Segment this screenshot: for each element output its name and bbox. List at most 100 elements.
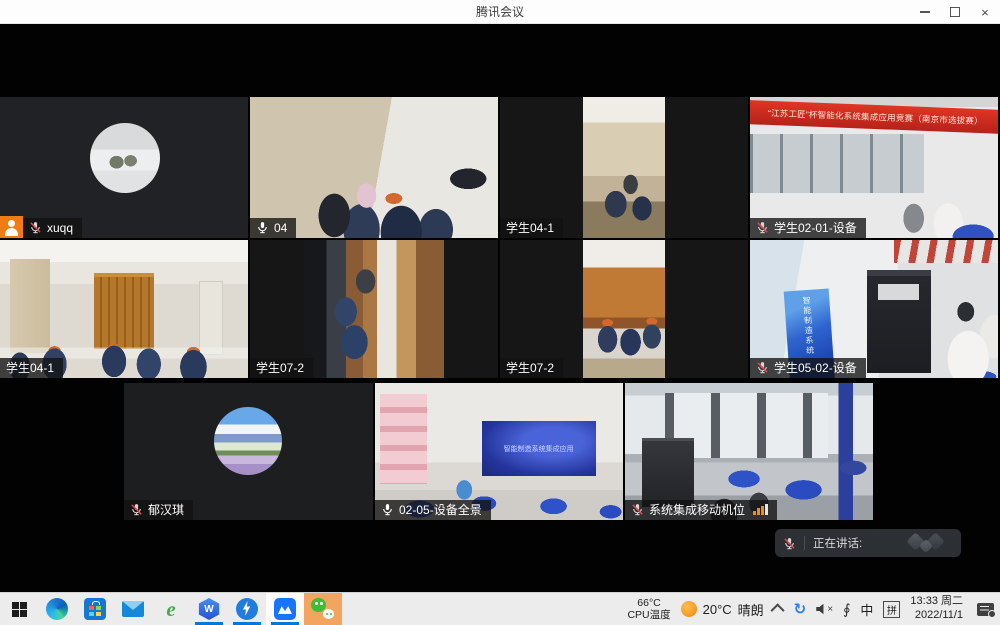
mic-muted-icon xyxy=(130,503,143,516)
competition-banner: “江苏工匠”杯智能化系统集成应用竞赛（南京市选拔赛） xyxy=(750,100,998,134)
tray-expand-chevron-icon[interactable] xyxy=(770,603,784,617)
taskbar-lightning-app[interactable] xyxy=(228,593,266,625)
host-badge-icon xyxy=(0,216,23,238)
ime-pinyin-indicator[interactable]: 拼 xyxy=(883,601,900,618)
window-blinds xyxy=(94,273,154,349)
sync-icon[interactable]: ↻ xyxy=(794,602,807,617)
taskbar-store[interactable] xyxy=(76,593,114,625)
participant-tile-xuesheng07-2-a[interactable]: 学生07-2 xyxy=(250,240,498,378)
backdrop-text: 智能制造系统集成应用 xyxy=(504,444,574,454)
participant-name: xuqq xyxy=(47,221,73,235)
windows-logo-icon xyxy=(12,602,27,617)
curtain xyxy=(10,259,50,353)
lightning-icon xyxy=(236,598,258,620)
system-tray: 66°C CPU温度 20°C 晴朗 ↻ × ∮ 中 拼 13:33 周二 20… xyxy=(627,593,1000,625)
weather-temp: 20°C xyxy=(703,602,732,617)
edge-icon xyxy=(46,598,68,620)
sun-icon xyxy=(681,601,697,617)
participant-tile-xuqq[interactable]: xuqq xyxy=(0,97,248,238)
mic-muted-icon xyxy=(756,221,769,234)
ceiling-beams xyxy=(894,240,998,263)
participant-tile-yuhanqi[interactable]: 郁汉琪 xyxy=(124,383,373,520)
participant-name: 02-05-设备全景 xyxy=(399,503,482,517)
cpu-temp-widget[interactable]: 66°C CPU温度 xyxy=(627,597,670,621)
avatar xyxy=(214,407,282,475)
action-center-icon[interactable] xyxy=(977,603,994,616)
equipment-case xyxy=(642,438,694,507)
participant-namebar: 学生02-01-设备 xyxy=(750,218,866,238)
participant-namebar: 学生05-02-设备 xyxy=(750,358,866,378)
speaking-indicator: 正在讲话: xyxy=(775,529,961,557)
window-band xyxy=(750,134,924,193)
participant-name: 系统集成移动机位 xyxy=(649,503,745,517)
divider xyxy=(804,536,805,550)
participant-name: 学生07-2 xyxy=(506,361,554,375)
cpu-temp-label: CPU温度 xyxy=(627,609,670,621)
tencent-meeting-icon xyxy=(274,598,296,620)
video-grid: xuqq 04 学生04-1 “江苏工匠”杯智能化系统集成应用竞赛（南京市选拔赛… xyxy=(0,24,1000,592)
participant-tile-xuesheng02-01[interactable]: “江苏工匠”杯智能化系统集成应用竞赛（南京市选拔赛） 学生02-01-设备 xyxy=(750,97,998,238)
wps-icon: W xyxy=(198,598,220,620)
clock-time: 13:33 周二 xyxy=(910,595,963,609)
speaking-mic-wrap xyxy=(783,537,796,550)
participant-namebar: 系统集成移动机位 xyxy=(625,500,777,520)
rotated-video xyxy=(304,240,444,378)
taskbar-clock[interactable]: 13:33 周二 2022/11/1 xyxy=(910,595,963,623)
minimize-button[interactable] xyxy=(910,0,940,24)
taskbar-mail[interactable] xyxy=(114,593,152,625)
banner-text: “江苏工匠”杯智能化系统集成应用竞赛（南京市选拔赛） xyxy=(768,107,983,127)
window-controls: × xyxy=(910,0,1000,24)
participant-name: 学生02-01-设备 xyxy=(774,221,857,235)
taskbar-wechat[interactable] xyxy=(304,593,342,625)
mic-muted-icon xyxy=(631,503,644,516)
portrait-video xyxy=(583,97,665,238)
participant-namebar: 04 xyxy=(250,218,296,238)
participant-namebar: 学生04-1 xyxy=(0,358,63,378)
pink-windows xyxy=(380,394,427,484)
mic-on-icon xyxy=(381,503,394,516)
participant-tile-yidongjiwei[interactable]: 系统集成移动机位 xyxy=(625,383,873,520)
participant-namebar: xuqq xyxy=(23,218,82,238)
participant-tile-xuesheng04-1-a[interactable]: 学生04-1 xyxy=(500,97,748,238)
portrait-video xyxy=(583,240,665,378)
taskbar-edge[interactable] xyxy=(38,593,76,625)
language-indicator[interactable]: 中 xyxy=(860,600,873,619)
wechat-icon xyxy=(311,598,335,620)
stage-backdrop: 智能制造系统集成应用 xyxy=(482,421,596,476)
cpu-temp-value: 66°C xyxy=(627,597,670,609)
avatar xyxy=(90,123,160,193)
weather-desc: 晴朗 xyxy=(738,600,764,619)
participant-namebar: 学生04-1 xyxy=(500,218,563,238)
volume-muted-icon[interactable]: × xyxy=(816,604,833,615)
taskbar-ie[interactable]: e xyxy=(152,593,190,625)
air-conditioner xyxy=(199,281,223,355)
participant-namebar: 郁汉琪 xyxy=(124,500,193,520)
participant-name: 04 xyxy=(274,221,287,235)
participant-tile-04[interactable]: 04 xyxy=(250,97,498,238)
titlebar: 腾讯会议 × xyxy=(0,0,1000,24)
participant-name: 学生07-2 xyxy=(256,361,304,375)
participant-name: 郁汉琪 xyxy=(148,503,184,517)
participant-tile-xuesheng07-2-b[interactable]: 学生07-2 xyxy=(500,240,748,378)
start-button[interactable] xyxy=(0,593,38,625)
participant-tile-xuesheng05-02[interactable]: 智能制造系统 学生05-02-设备 xyxy=(750,240,998,378)
taskbar-tencent-meeting[interactable] xyxy=(266,593,304,625)
participant-name: 学生04-1 xyxy=(6,361,54,375)
equipment-rack xyxy=(867,270,931,373)
taskbar-wps[interactable]: W xyxy=(190,593,228,625)
ink-ribbon-icon[interactable]: ∮ xyxy=(843,602,850,616)
window-curtains xyxy=(665,393,829,459)
participant-name: 学生05-02-设备 xyxy=(774,361,857,375)
weather-widget[interactable]: 20°C 晴朗 xyxy=(681,600,764,619)
store-icon xyxy=(84,598,106,620)
participant-tile-02-05-quanjing[interactable]: 智能制造系统集成应用 02-05-设备全景 xyxy=(375,383,623,520)
mic-muted-icon xyxy=(756,361,769,374)
mail-icon xyxy=(122,601,144,617)
restore-button[interactable] xyxy=(940,0,970,24)
participant-namebar: 02-05-设备全景 xyxy=(375,500,491,520)
participant-tile-xuesheng04-1-b[interactable]: 学生04-1 xyxy=(0,240,248,378)
speaking-label: 正在讲话: xyxy=(813,535,862,551)
participant-namebar: 学生07-2 xyxy=(250,358,313,378)
close-button[interactable]: × xyxy=(970,0,1000,24)
mic-muted-icon xyxy=(29,221,42,234)
